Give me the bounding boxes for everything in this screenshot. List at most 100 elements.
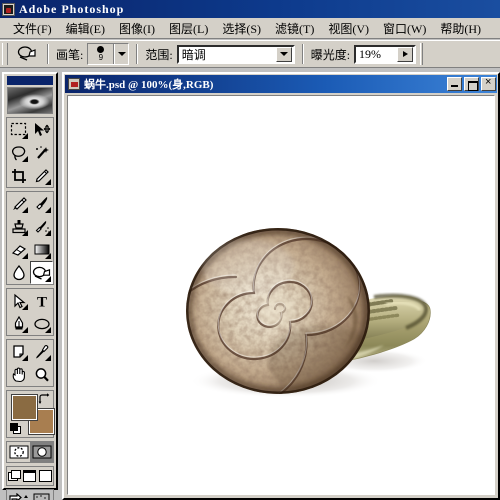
blur-tool[interactable] xyxy=(7,261,30,284)
range-value: 暗调 xyxy=(181,47,206,62)
magic-wand-tool[interactable] xyxy=(30,141,53,164)
doc-close-button[interactable] xyxy=(481,76,496,91)
dodge-burn-tool[interactable] xyxy=(30,261,53,284)
menu-select[interactable]: 选择(S) xyxy=(215,18,268,39)
flyout-indicator-icon xyxy=(45,355,51,361)
chevron-down-icon xyxy=(279,52,288,56)
doc-maximize-button[interactable] xyxy=(464,77,479,91)
exposure-input[interactable]: 19% xyxy=(354,44,417,64)
menu-image[interactable]: 图像(I) xyxy=(112,18,162,39)
zoom-tool[interactable] xyxy=(30,363,53,386)
quick-mask-mode-button[interactable] xyxy=(30,442,53,462)
range-select[interactable]: 暗调 xyxy=(176,44,295,64)
default-colors-icon[interactable] xyxy=(10,423,21,434)
brush-tip-icon xyxy=(97,45,105,53)
move-tool[interactable] xyxy=(30,118,53,141)
tool-options-bar: 画笔: 9 范围: 暗调 曝光度: 19% xyxy=(0,40,500,68)
flyout-indicator-icon xyxy=(45,230,51,236)
brush-label: 画笔: xyxy=(56,47,84,62)
document-title: 蜗牛.psd @ 100%(身,RGB) xyxy=(84,79,214,91)
menu-help[interactable]: 帮助(H) xyxy=(433,18,488,39)
flyout-indicator-icon xyxy=(45,276,51,282)
options-separator-2 xyxy=(136,44,139,64)
document-window: 蜗牛.psd @ 100%(身,RGB) xyxy=(62,72,500,500)
options-bar-grip[interactable] xyxy=(2,43,8,65)
range-label: 范围: xyxy=(145,47,173,62)
shape-tool[interactable] xyxy=(30,312,53,335)
tool-group-vector: T xyxy=(6,288,54,336)
menu-edit[interactable]: 编辑(E) xyxy=(59,18,112,39)
menu-file[interactable]: 文件(F) xyxy=(6,18,59,39)
tool-group-painting xyxy=(6,191,54,285)
pen-tool[interactable] xyxy=(7,312,30,335)
chevron-right-icon xyxy=(402,51,408,57)
healing-brush-tool[interactable] xyxy=(7,192,30,215)
notes-tool[interactable] xyxy=(7,340,30,363)
exposure-value: 19% xyxy=(359,46,382,61)
jump-to-buttons xyxy=(6,489,54,500)
photoshop-window: Adobe Photoshop 文件(F) 编辑(E) 图像(I) 图层(L) … xyxy=(0,0,500,500)
brush-picker-arrow[interactable] xyxy=(114,44,128,64)
options-separator-3 xyxy=(301,44,304,64)
document-window-buttons xyxy=(447,76,497,91)
brush-picker[interactable]: 9 xyxy=(87,43,130,65)
lasso-tool[interactable] xyxy=(7,141,30,164)
document-titlebar[interactable]: 蜗牛.psd @ 100%(身,RGB) xyxy=(65,75,497,93)
brush-preview[interactable]: 9 xyxy=(88,44,115,64)
jump-to-imageready-button[interactable] xyxy=(7,490,30,500)
flyout-indicator-icon xyxy=(22,327,28,333)
menu-layer[interactable]: 图层(L) xyxy=(162,18,215,39)
toolbox-titlebar[interactable] xyxy=(7,76,53,85)
eyedropper-tool[interactable] xyxy=(30,340,53,363)
foreground-color-swatch[interactable] xyxy=(12,395,37,420)
flyout-indicator-icon xyxy=(22,207,28,213)
range-dropdown-button[interactable] xyxy=(275,46,292,62)
standard-screen-button[interactable] xyxy=(7,467,22,485)
full-screen-menubar-button[interactable] xyxy=(22,467,37,485)
path-selection-tool[interactable] xyxy=(7,289,30,312)
flyout-indicator-icon xyxy=(45,179,51,185)
clone-stamp-tool[interactable] xyxy=(7,215,30,238)
gradient-tool[interactable] xyxy=(30,238,53,261)
exposure-stepper-button[interactable] xyxy=(397,46,414,62)
brush-tool[interactable] xyxy=(30,192,53,215)
flyout-indicator-icon xyxy=(22,253,28,259)
eraser-tool[interactable] xyxy=(7,238,30,261)
dodge-burn-tool-icon[interactable] xyxy=(14,43,40,65)
full-screen-button[interactable] xyxy=(38,467,53,485)
slice-tool[interactable] xyxy=(30,164,53,187)
hand-tool[interactable] xyxy=(7,363,30,386)
color-swatches xyxy=(6,390,54,438)
menu-view[interactable]: 视图(V) xyxy=(321,18,376,39)
tool-group-selection xyxy=(6,117,54,188)
menu-window[interactable]: 窗口(W) xyxy=(376,18,433,39)
flyout-indicator-icon xyxy=(22,230,28,236)
flyout-indicator-icon xyxy=(45,253,51,259)
options-bar-end-grip xyxy=(420,43,424,65)
chevron-down-icon xyxy=(117,52,126,56)
flyout-indicator-icon xyxy=(22,156,28,162)
flyout-indicator-icon xyxy=(45,207,51,213)
type-tool[interactable]: T xyxy=(30,289,53,312)
tool-group-navigation xyxy=(6,339,54,387)
doc-minimize-button[interactable] xyxy=(447,77,462,91)
crop-tool[interactable] xyxy=(7,164,30,187)
history-brush-tool[interactable] xyxy=(30,215,53,238)
canvas-area[interactable] xyxy=(67,95,495,495)
marquee-tool[interactable] xyxy=(7,118,30,141)
svg-text:T: T xyxy=(36,294,46,309)
imageready-preview-button[interactable] xyxy=(30,490,53,500)
photoshop-icon xyxy=(2,2,15,16)
options-separator-1 xyxy=(47,44,49,64)
standard-mode-button[interactable] xyxy=(7,442,30,462)
swap-colors-icon[interactable] xyxy=(38,393,50,405)
psd-document-icon xyxy=(68,78,80,90)
flyout-indicator-icon xyxy=(22,133,28,139)
menubar: 文件(F) 编辑(E) 图像(I) 图层(L) 选择(S) 滤镜(T) 视图(V… xyxy=(0,18,500,39)
app-title: Adobe Photoshop xyxy=(19,1,125,16)
flyout-indicator-icon xyxy=(22,355,28,361)
menu-filter[interactable]: 滤镜(T) xyxy=(268,18,321,39)
snail-photograph xyxy=(178,221,438,401)
brush-size-value: 9 xyxy=(98,52,104,62)
flyout-indicator-icon xyxy=(22,304,28,310)
